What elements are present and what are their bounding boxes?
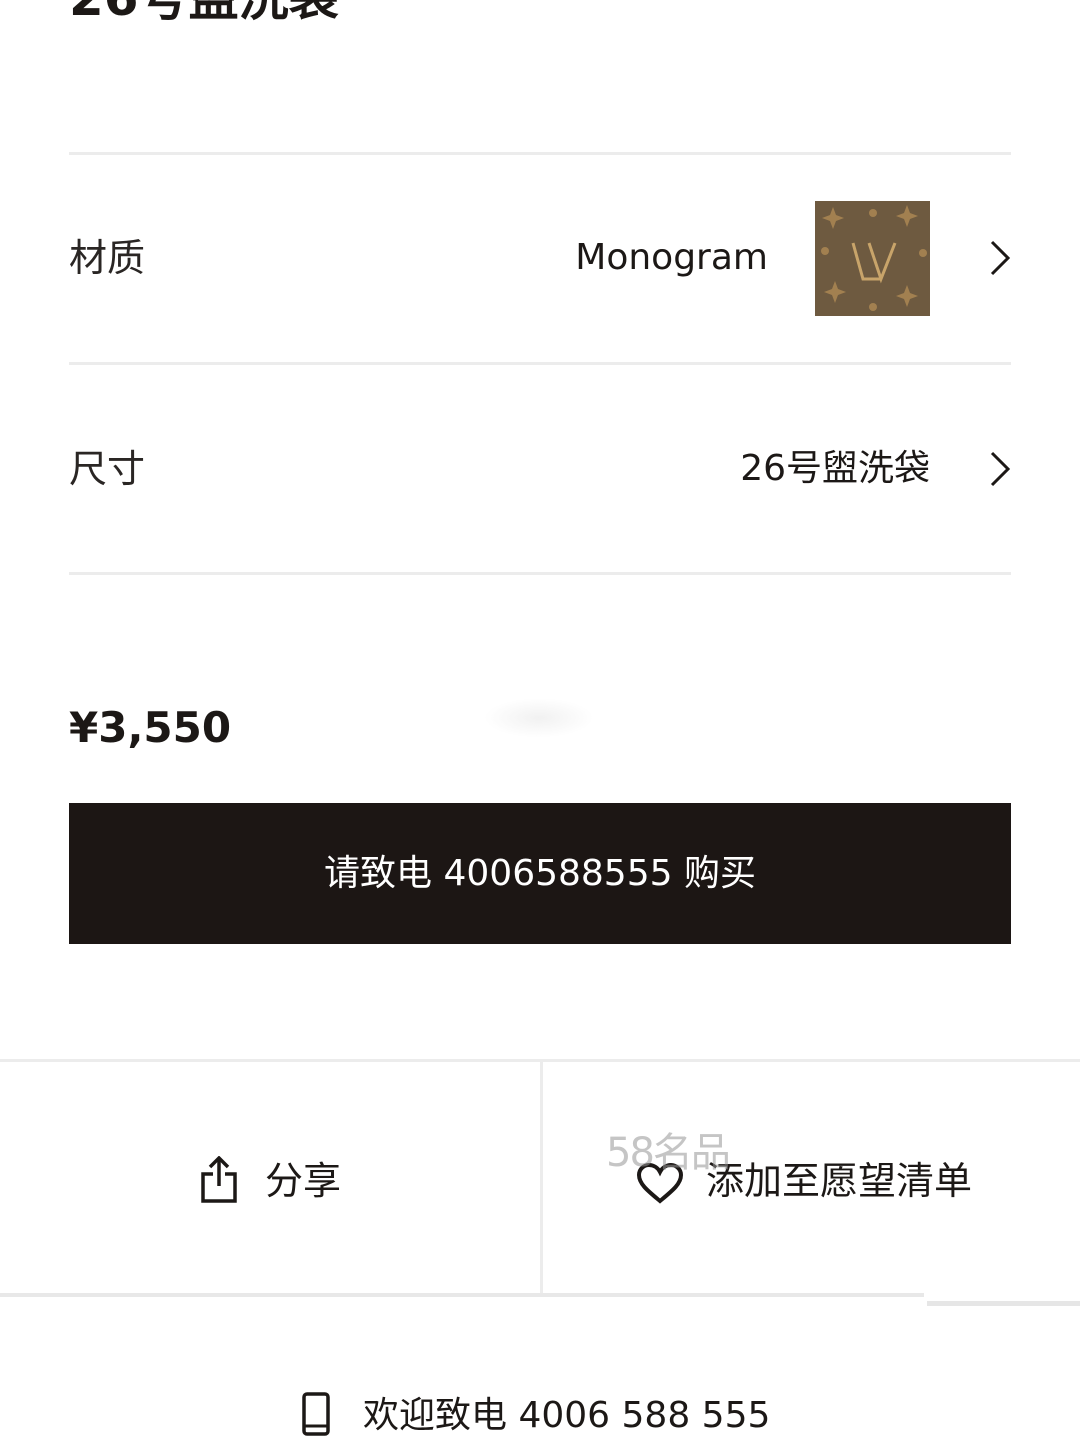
share-label: 分享 [265,1159,342,1203]
divider [69,572,1011,575]
share-button[interactable]: 分享 [0,1062,540,1296]
wishlist-label: 添加至愿望清单 [706,1159,973,1203]
option-row-size[interactable]: 尺寸 26号盥洗袋 [69,366,1011,572]
share-icon [201,1156,237,1203]
add-to-wishlist-button[interactable]: 添加至愿望清单 [543,1062,1080,1296]
product-price: ¥3,550 [69,703,232,752]
option-label-size: 尺寸 [69,447,146,491]
divider [0,1293,924,1297]
action-bar: 分享 添加至愿望清单 [0,1059,1080,1296]
contact-phone-label: 欢迎致电 4006 588 555 [363,1395,771,1436]
product-title: 26号盥洗袋 [69,0,339,28]
product-page: 26号盥洗袋 材质 Monogram [0,0,1080,1440]
faint-watermark-mark [484,698,594,738]
phone-icon [302,1392,330,1436]
option-label-material: 材质 [69,236,146,280]
call-to-buy-button[interactable]: 请致电 4006588555 购买 [69,803,1011,944]
option-value-size: 26号盥洗袋 [740,448,930,489]
chevron-right-icon [990,451,1011,487]
option-value-material: Monogram [575,237,768,278]
monogram-pattern-icon [815,201,930,316]
chevron-right-icon [990,240,1011,276]
divider [927,1301,1080,1306]
divider [69,362,1011,365]
contact-row[interactable]: 欢迎致电 4006 588 555 [0,1388,1080,1440]
material-swatch[interactable] [815,201,930,316]
option-row-material[interactable]: 材质 Monogram [69,155,1011,361]
site-watermark: 58名品 [606,1130,731,1176]
